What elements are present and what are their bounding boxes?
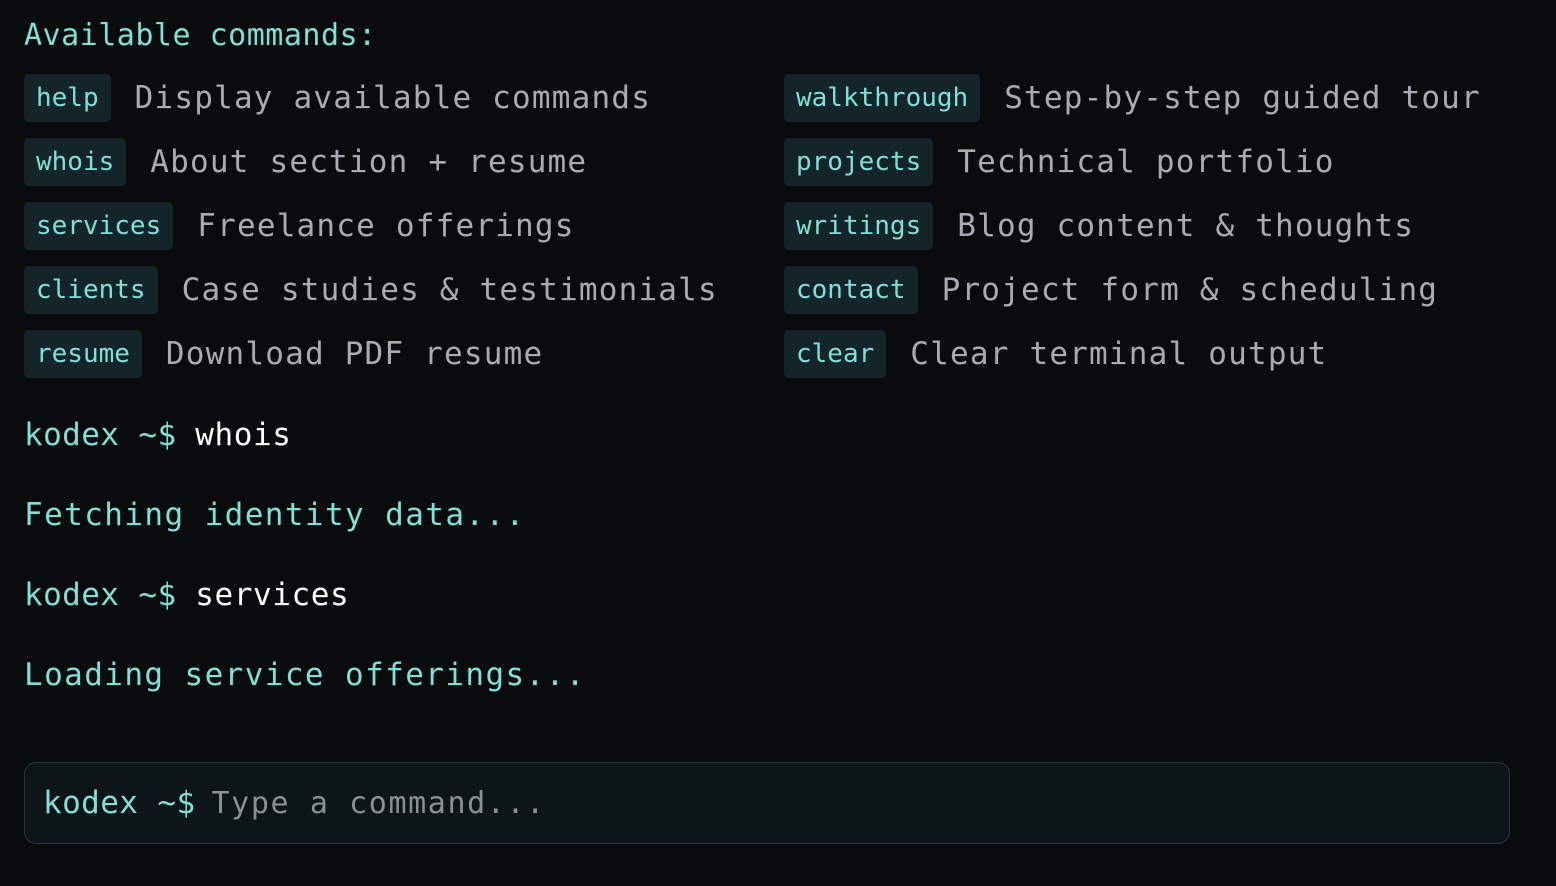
command-row-projects: projects Technical portfolio [784, 138, 1335, 186]
command-projects[interactable]: projects [784, 138, 934, 186]
history-output: Loading service offerings... [24, 657, 586, 693]
command-row-resume: resume Download PDF resume [24, 330, 543, 378]
command-row-contact: contact Project form & scheduling [784, 266, 1438, 314]
command-writings[interactable]: writings [784, 202, 934, 250]
command-projects-description: Technical portfolio [957, 144, 1335, 180]
command-help-description: Display available commands [134, 80, 652, 116]
history-command: whois [195, 417, 292, 453]
command-contact-description: Project form & scheduling [941, 272, 1439, 308]
command-input[interactable] [211, 785, 1509, 821]
command-help[interactable]: help [24, 74, 111, 122]
command-resume[interactable]: resume [24, 330, 142, 378]
history-prompt: kodex ~$ [24, 417, 177, 453]
command-row-services: services Freelance offerings [24, 202, 575, 250]
command-walkthrough[interactable]: walkthrough [784, 74, 981, 122]
history-prompt-line: kodex ~$ whois [24, 415, 292, 455]
history-output: Fetching identity data... [24, 497, 526, 533]
command-clients[interactable]: clients [24, 266, 158, 314]
commands-heading: Available commands: [24, 18, 377, 53]
input-prompt: kodex ~$ [43, 785, 196, 821]
command-row-walkthrough: walkthrough Step-by-step guided tour [784, 74, 1481, 122]
command-services-description: Freelance offerings [197, 208, 575, 244]
command-services[interactable]: services [24, 202, 174, 250]
command-row-help: help Display available commands [24, 74, 651, 122]
command-input-box[interactable]: kodex ~$ [24, 762, 1510, 844]
history-command: services [195, 577, 350, 613]
command-clear[interactable]: clear [784, 330, 887, 378]
history-prompt-line: kodex ~$ services [24, 575, 349, 615]
command-row-whois: whois About section + resume [24, 138, 587, 186]
command-row-clear: clear Clear terminal output [784, 330, 1327, 378]
command-contact[interactable]: contact [784, 266, 918, 314]
history-prompt: kodex ~$ [24, 577, 177, 613]
command-whois-description: About section + resume [150, 144, 588, 180]
command-clients-description: Case studies & testimonials [181, 272, 718, 308]
command-walkthrough-description: Step-by-step guided tour [1004, 80, 1481, 116]
command-resume-description: Download PDF resume [165, 336, 544, 372]
command-clear-description: Clear terminal output [910, 336, 1328, 372]
command-row-clients: clients Case studies & testimonials [24, 266, 718, 314]
command-writings-description: Blog content & thoughts [957, 208, 1415, 244]
command-row-writings: writings Blog content & thoughts [784, 202, 1414, 250]
command-whois[interactable]: whois [24, 138, 127, 186]
